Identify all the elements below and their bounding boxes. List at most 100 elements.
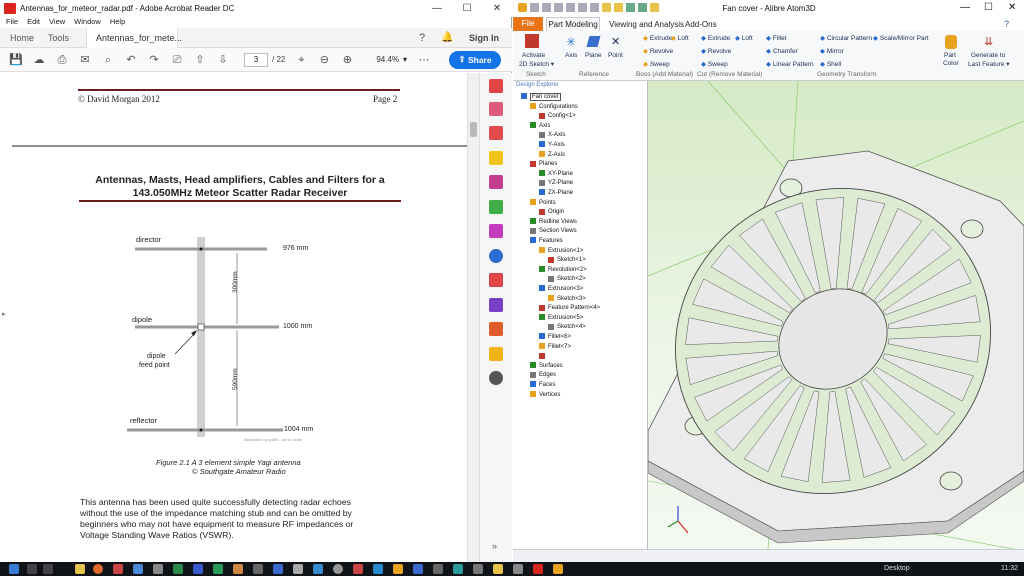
- tree-item[interactable]: Revolution<2>: [539, 266, 587, 274]
- tree-item[interactable]: Edges: [530, 371, 556, 379]
- ribbon-tab-part-modeling[interactable]: Part Modeling: [546, 17, 600, 31]
- close-icon[interactable]: ✕: [1008, 2, 1016, 13]
- cut-loft-button[interactable]: ◆ Loft: [735, 34, 753, 42]
- tree-item[interactable]: Extrusion<1>: [539, 247, 583, 255]
- export-pdf-icon[interactable]: [489, 79, 503, 93]
- mirror-button[interactable]: ◆ Mirror: [820, 47, 844, 55]
- tree-item[interactable]: Vertices: [530, 391, 560, 399]
- menu-edit[interactable]: Edit: [27, 17, 40, 28]
- tree-item[interactable]: XY-Plane: [539, 170, 573, 178]
- tree-item[interactable]: Features: [530, 237, 563, 245]
- circular-pattern-button[interactable]: ◆ Circular Pattern: [820, 34, 872, 42]
- upload-icon[interactable]: ☁: [32, 53, 46, 67]
- 3d-viewport[interactable]: [648, 81, 1024, 549]
- chevron-down-icon[interactable]: ▾: [403, 55, 407, 64]
- app-icon[interactable]: [293, 564, 303, 574]
- app-icon[interactable]: [513, 564, 523, 574]
- ribbon-tab-addons[interactable]: Add-Ons: [685, 20, 717, 29]
- generate-icon[interactable]: ⇊: [984, 35, 993, 48]
- activate-sketch-icon[interactable]: [525, 34, 539, 48]
- axis-icon[interactable]: ✳: [566, 35, 576, 49]
- tree-item[interactable]: Fillet<7>: [539, 343, 571, 351]
- more-tools-wrench-icon[interactable]: [489, 371, 503, 385]
- tree-item[interactable]: Planes: [530, 160, 557, 168]
- tab-document[interactable]: Antennas_for_mete... ×: [86, 28, 182, 63]
- print-icon[interactable]: ⎙: [55, 53, 69, 67]
- app-icon[interactable]: [193, 564, 203, 574]
- page-up-icon[interactable]: ⇧: [193, 53, 207, 67]
- search-icon[interactable]: [27, 564, 37, 574]
- start-icon[interactable]: [9, 564, 19, 574]
- tree-item[interactable]: Z-Axis: [539, 151, 565, 159]
- edit-icon[interactable]: [489, 322, 503, 336]
- cut-sweep-button[interactable]: ◆ Sweep: [701, 60, 728, 68]
- qa-redo-icon[interactable]: [590, 3, 599, 12]
- vertical-scrollbar[interactable]: [467, 73, 479, 562]
- qa-view2-icon[interactable]: [638, 3, 647, 12]
- tree-item[interactable]: Origin: [539, 208, 564, 216]
- email-icon[interactable]: ✉: [78, 53, 92, 67]
- tree-item[interactable]: Sketch<4>: [548, 323, 586, 331]
- scroll-thumb[interactable]: [470, 122, 477, 137]
- qa-open-icon[interactable]: [542, 3, 551, 12]
- app-icon[interactable]: [473, 564, 483, 574]
- snapshot-icon[interactable]: ⎚: [170, 53, 184, 67]
- qa-print-icon[interactable]: [566, 3, 575, 12]
- search-icon[interactable]: ⌕: [101, 53, 115, 67]
- shell-button[interactable]: ◆ Shell: [820, 60, 841, 68]
- sign-in-button[interactable]: Sign In: [469, 28, 499, 48]
- qa-new-icon[interactable]: [530, 3, 539, 12]
- point-icon[interactable]: ✕: [611, 35, 620, 48]
- app-icon[interactable]: [413, 564, 423, 574]
- share-button[interactable]: ⇪ Share: [449, 50, 502, 69]
- more-tools-icon[interactable]: ⋯: [417, 53, 431, 67]
- qa-folder2-icon[interactable]: [614, 3, 623, 12]
- app-icon[interactable]: [153, 564, 163, 574]
- zoom-level[interactable]: 94.4%: [376, 55, 399, 64]
- tree-item[interactable]: Points: [530, 199, 556, 207]
- organize-pages-icon[interactable]: [489, 200, 503, 214]
- tree-item[interactable]: Sketch<1>: [548, 256, 586, 264]
- ribbon-tab-viewing[interactable]: Viewing and Analysis: [609, 20, 684, 29]
- generate-label2[interactable]: Last Feature ▾: [968, 60, 1010, 68]
- cut-extrude-button[interactable]: ◆ Extrude: [701, 34, 730, 42]
- tree-item[interactable]: Fillet<6>: [539, 333, 571, 341]
- tree-item[interactable]: Axis: [530, 122, 550, 130]
- app-icon[interactable]: [313, 564, 323, 574]
- app-icon[interactable]: [453, 564, 463, 574]
- chamfer-button[interactable]: ◆ Chamfer: [766, 47, 798, 55]
- left-panel-toggle-icon[interactable]: ▸: [2, 310, 6, 318]
- part-color-label1[interactable]: Part: [944, 52, 956, 59]
- ribbon-tab-file[interactable]: File: [513, 17, 543, 31]
- tree-item[interactable]: Faces: [530, 381, 555, 389]
- firefox-icon[interactable]: [93, 564, 103, 574]
- part-color-icon[interactable]: [945, 35, 957, 49]
- tree-item[interactable]: Feature Pattern<4>: [539, 304, 600, 312]
- activate-sketch-label2[interactable]: 2D Sketch ▾: [519, 60, 554, 68]
- collapse-pane-icon[interactable]: »: [492, 541, 497, 551]
- axis-button[interactable]: Axis: [565, 52, 577, 59]
- cut-revolve-button[interactable]: ◆ Revolve: [701, 47, 731, 55]
- acrobat-taskbar-icon[interactable]: [533, 564, 543, 574]
- send-for-signature-icon[interactable]: [489, 298, 503, 312]
- tree-item[interactable]: Sketch<3>: [548, 295, 586, 303]
- redo-icon[interactable]: ↷: [147, 53, 161, 67]
- protect-icon[interactable]: [489, 249, 503, 263]
- qa-sketch-icon[interactable]: [650, 3, 659, 12]
- file-explorer-icon[interactable]: [75, 564, 85, 574]
- menu-file[interactable]: File: [6, 17, 18, 28]
- app-icon[interactable]: [373, 564, 383, 574]
- save-icon[interactable]: 💾: [9, 53, 23, 67]
- app-icon[interactable]: [113, 564, 123, 574]
- tree-item[interactable]: Configurations: [530, 103, 578, 111]
- tab-tools[interactable]: Tools: [48, 28, 69, 48]
- part-color-label2[interactable]: Color: [943, 60, 959, 67]
- redact-icon[interactable]: [489, 273, 503, 287]
- tree-item[interactable]: YZ-Plane: [539, 179, 573, 187]
- alibre-taskbar-icon[interactable]: [553, 564, 563, 574]
- app-icon[interactable]: [173, 564, 183, 574]
- tree-item[interactable]: Y-Axis: [539, 141, 565, 149]
- task-view-icon[interactable]: [43, 564, 53, 574]
- zoom-out-icon[interactable]: ⊖: [317, 53, 331, 67]
- bell-icon[interactable]: 🔔: [441, 28, 453, 48]
